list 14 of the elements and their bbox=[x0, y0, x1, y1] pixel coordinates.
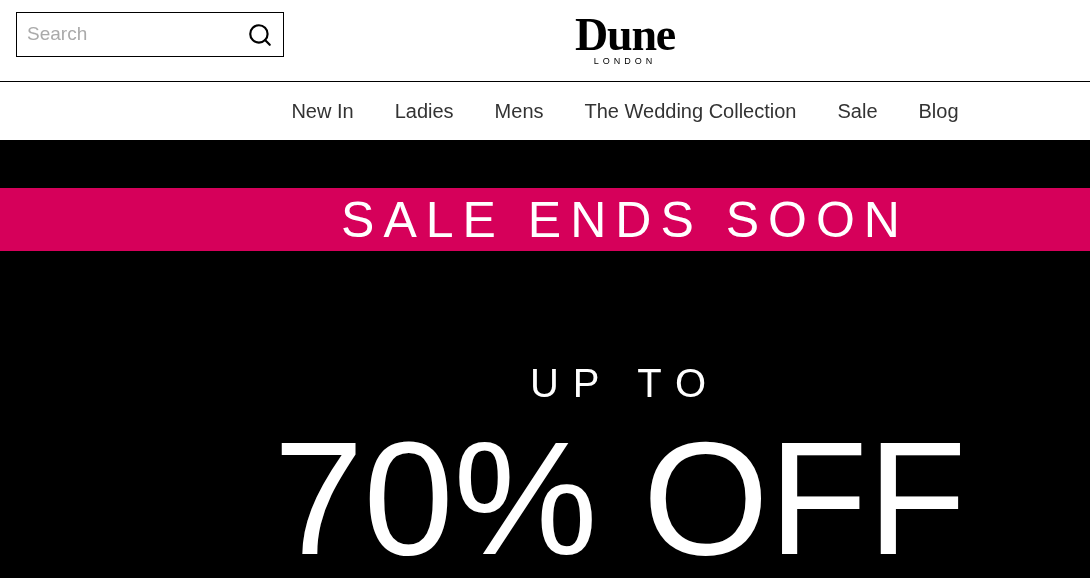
nav-link[interactable]: Mens bbox=[494, 96, 544, 126]
logo[interactable]: Dune bbox=[574, 14, 676, 55]
banner-text: SALE ENDS SOON bbox=[341, 194, 909, 245]
search-field[interactable]: Search bbox=[16, 12, 284, 57]
search-icon[interactable] bbox=[247, 21, 273, 48]
nav-link[interactable]: Sale bbox=[837, 96, 878, 126]
search-input[interactable]: Search bbox=[27, 20, 247, 49]
kicker-text: UP TO bbox=[529, 363, 721, 403]
discount-headline: 70% OFF bbox=[273, 423, 967, 573]
nav-link[interactable]: The Wedding Collection bbox=[584, 96, 797, 126]
nav-link[interactable]: Ladies bbox=[394, 96, 454, 126]
logo-tagline: LONDON bbox=[593, 54, 657, 67]
nav-link[interactable]: New In bbox=[291, 96, 354, 126]
nav-link[interactable]: Blog bbox=[918, 96, 959, 126]
